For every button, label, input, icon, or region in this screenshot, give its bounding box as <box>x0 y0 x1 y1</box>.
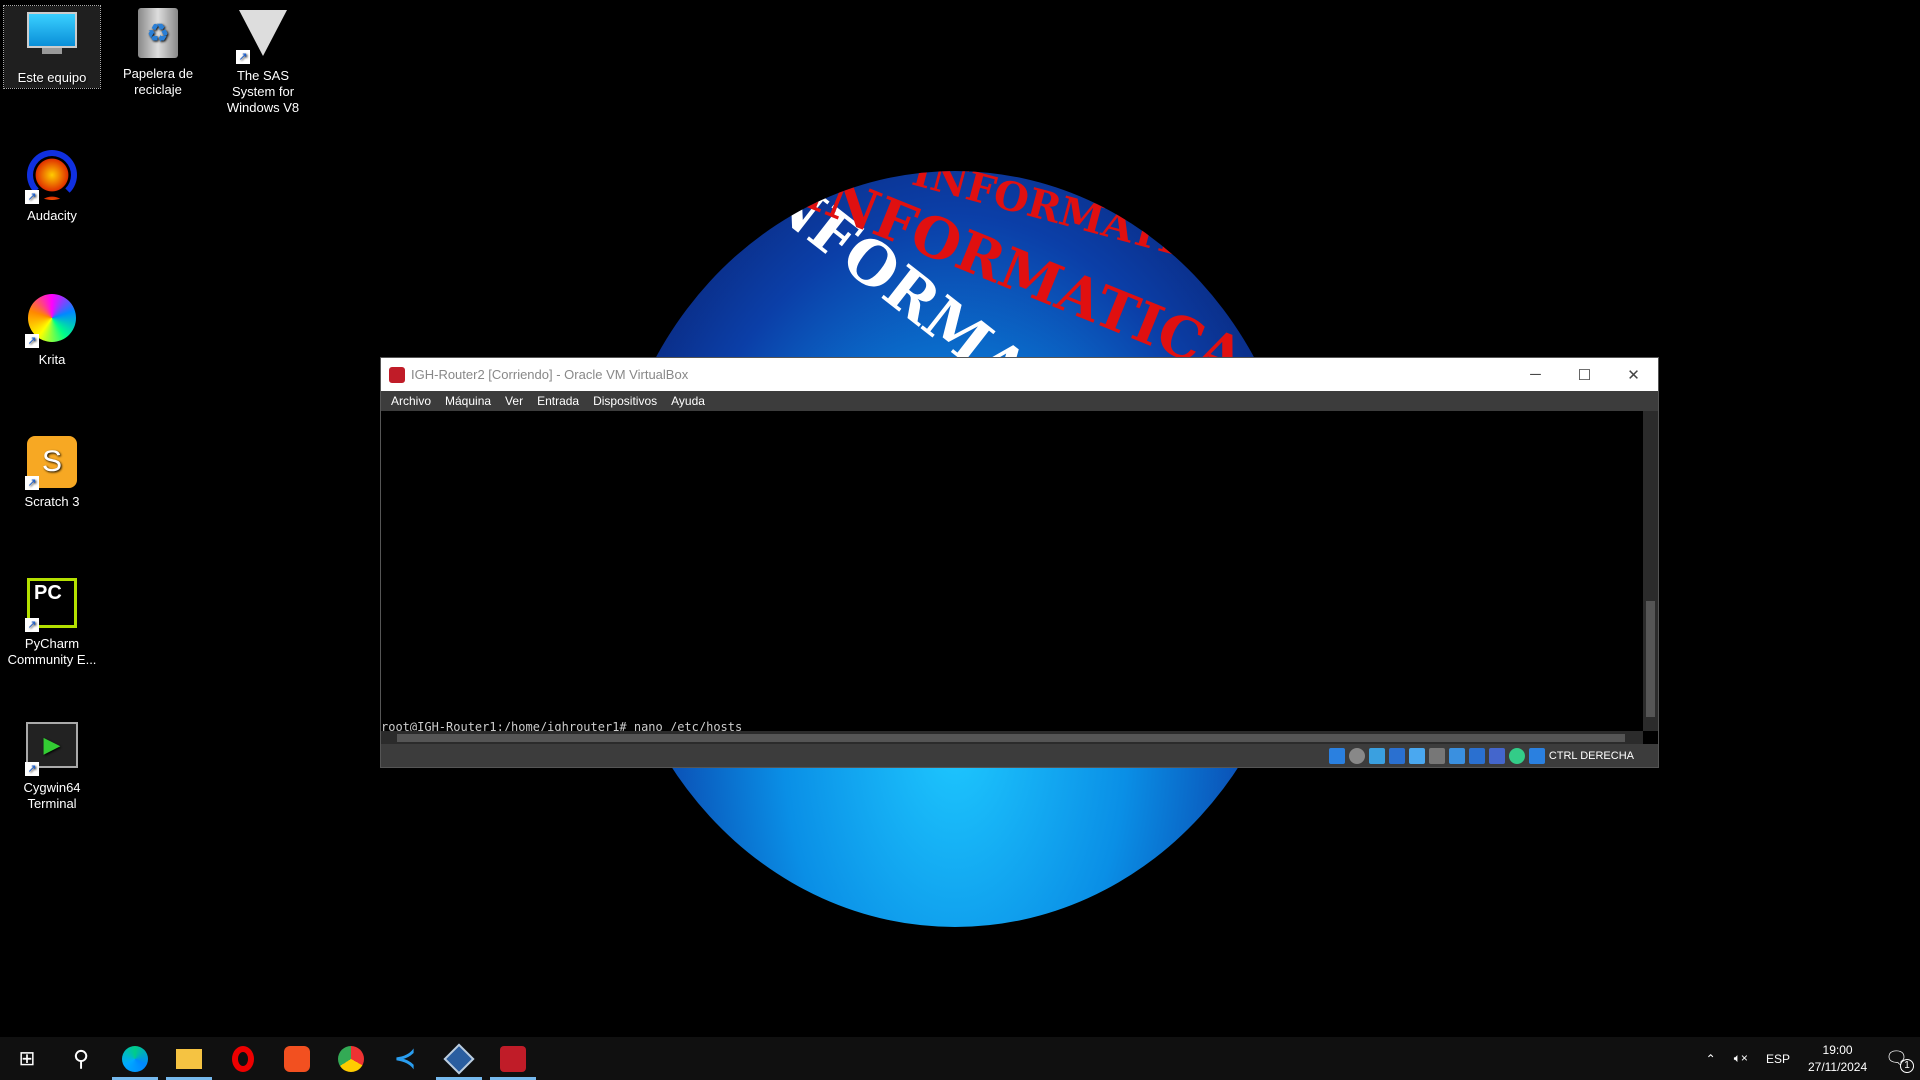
title-bar[interactable]: IGH-Router2 [Corriendo] - Oracle VM Virt… <box>381 358 1658 391</box>
shared-folder-icon[interactable] <box>1428 747 1445 764</box>
vm-screen[interactable]: root@IGH-Router1:/home/ighrouter1# nano … <box>381 411 1643 734</box>
optical-drive-icon[interactable] <box>1348 747 1365 764</box>
brave-icon <box>284 1045 310 1072</box>
taskbar-brave[interactable] <box>270 1037 324 1080</box>
notification-count: 1 <box>1900 1059 1914 1073</box>
edge-icon <box>122 1045 148 1072</box>
icon-label: Krita <box>38 352 66 367</box>
desktop-icon-cygwin[interactable]: ▶ ↗ Cygwin64 Terminal <box>4 720 100 812</box>
recording-icon[interactable] <box>1468 747 1485 764</box>
icon-label: Este equipo <box>17 70 87 85</box>
taskbar-vm-window[interactable] <box>486 1037 540 1080</box>
taskbar: ⊞ ⚲ ≺ ⌃ 🔈︎× ESP 19:00 27/11/2024 🗨︎ 1 <box>0 1037 1920 1080</box>
vt-x-icon[interactable] <box>1488 747 1505 764</box>
system-tray: ⌃ 🔈︎× ESP 19:00 27/11/2024 🗨︎ 1 <box>1706 1037 1920 1080</box>
host-key-label: CTRL DERECHA <box>1548 749 1634 762</box>
icon-label: Papelera de reciclaje <box>122 66 194 97</box>
menu-maquina[interactable]: Máquina <box>445 394 491 408</box>
window-title: IGH-Router2 [Corriendo] - Oracle VM Virt… <box>411 367 689 382</box>
volume-muted-icon[interactable]: 🔈︎× <box>1734 1051 1748 1066</box>
horizontal-scrollbar[interactable] <box>381 731 1643 745</box>
icon-label: Cygwin64 Terminal <box>23 780 81 811</box>
status-bar: CTRL DERECHA <box>381 744 1658 767</box>
time: 19:00 <box>1822 1042 1853 1057</box>
vm-icon <box>389 366 405 383</box>
desktop-icon-este-equipo[interactable]: Este equipo <box>3 5 101 89</box>
taskbar-chrome[interactable] <box>324 1037 378 1080</box>
icon-label: The SAS System for Windows V8 <box>226 68 300 115</box>
opera-icon <box>232 1045 254 1072</box>
date: 27/11/2024 <box>1807 1059 1868 1074</box>
close-button[interactable]: ✕ <box>1609 366 1658 384</box>
notifications-button[interactable]: 🗨︎ 1 <box>1885 1048 1914 1073</box>
cygwin-icon: ▶ ↗ <box>25 722 79 776</box>
desktop-icon-krita[interactable]: ↗ Krita <box>4 294 100 368</box>
guest-additions-icon[interactable] <box>1508 747 1525 764</box>
chevron-up-icon[interactable]: ⌃ <box>1706 1052 1716 1066</box>
chrome-icon <box>338 1045 364 1072</box>
usb-icon[interactable] <box>1408 747 1425 764</box>
taskbar-virtualbox[interactable] <box>432 1037 486 1080</box>
menu-entrada[interactable]: Entrada <box>537 394 579 408</box>
display-icon[interactable] <box>1448 747 1465 764</box>
desktop-icon-scratch[interactable]: S ↗ Scratch 3 <box>4 436 100 510</box>
monitor-icon <box>25 12 79 66</box>
network-icon[interactable] <box>1388 747 1405 764</box>
menu-archivo[interactable]: Archivo <box>391 394 431 408</box>
icon-label: Scratch 3 <box>24 494 80 509</box>
desktop-icon-audacity[interactable]: ↗ Audacity <box>4 150 100 224</box>
menu-ayuda[interactable]: Ayuda <box>671 394 705 408</box>
vscode-icon: ≺ <box>394 1043 416 1073</box>
search-icon: ⚲ <box>72 1045 90 1071</box>
maximize-button[interactable]: ☐ <box>1560 366 1609 384</box>
language-indicator[interactable]: ESP <box>1766 1052 1790 1066</box>
icon-label: Audacity <box>27 208 77 223</box>
scratch-icon: S ↗ <box>25 436 79 490</box>
folder-icon <box>176 1048 202 1069</box>
clock[interactable]: 19:00 27/11/2024 <box>1808 1042 1867 1076</box>
windows-icon: ⊞ <box>18 1048 36 1070</box>
start-button[interactable]: ⊞ <box>0 1037 54 1080</box>
virtualbox-window: IGH-Router2 [Corriendo] - Oracle VM Virt… <box>380 357 1659 768</box>
audio-icon[interactable] <box>1368 747 1385 764</box>
virtualbox-icon <box>443 1042 475 1075</box>
menu-bar: Archivo Máquina Ver Entrada Dispositivos… <box>381 391 1658 411</box>
vertical-scrollbar[interactable] <box>1643 411 1658 731</box>
icon-label: PyCharm Community E... <box>7 636 97 667</box>
debian-vm-icon <box>500 1045 526 1072</box>
desktop-icon-sas[interactable]: ↗ The SAS System for Windows V8 <box>215 6 311 116</box>
minimize-button[interactable]: ─ <box>1511 366 1560 384</box>
taskbar-file-explorer[interactable] <box>162 1037 216 1080</box>
hard-disk-icon[interactable] <box>1328 747 1345 764</box>
search-button[interactable]: ⚲ <box>54 1037 108 1080</box>
menu-dispositivos[interactable]: Dispositivos <box>593 394 657 408</box>
recycle-bin-icon: ♻ <box>131 8 185 62</box>
taskbar-edge[interactable] <box>108 1037 162 1080</box>
desktop-icon-pycharm[interactable]: PC ↗ PyCharm Community E... <box>4 578 100 668</box>
sas-icon: ↗ <box>236 10 290 64</box>
pycharm-icon: PC ↗ <box>25 578 79 632</box>
mouse-integration-icon[interactable] <box>1528 747 1545 764</box>
taskbar-vscode[interactable]: ≺ <box>378 1037 432 1080</box>
menu-ver[interactable]: Ver <box>505 394 523 408</box>
audacity-icon: ↗ <box>25 150 79 204</box>
desktop-icon-recycle-bin[interactable]: ♻ Papelera de reciclaje <box>110 6 206 98</box>
taskbar-opera[interactable] <box>216 1037 270 1080</box>
krita-icon: ↗ <box>25 294 79 348</box>
